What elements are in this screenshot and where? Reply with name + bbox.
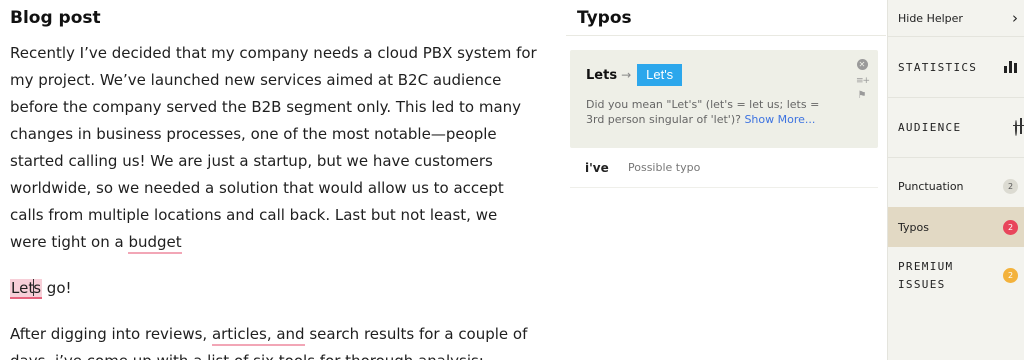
accept-suggestion-button[interactable]: Let's	[637, 64, 683, 86]
hide-helper-label: Hide Helper	[898, 11, 963, 25]
original-word: Lets	[586, 67, 618, 83]
flagged-word-budget[interactable]: budget	[128, 233, 182, 254]
statistics-button[interactable]: STATISTICS	[888, 36, 1024, 98]
paragraph-2[interactable]: Lets go!	[10, 275, 538, 302]
issue-label: Possible typo	[628, 161, 701, 174]
bar-chart-icon	[1004, 61, 1017, 73]
arrow-right-icon: →	[621, 68, 632, 82]
sidebar-item-punctuation[interactable]: Punctuation 2	[888, 166, 1024, 206]
close-icon[interactable]: ✕	[856, 59, 868, 71]
target-icon	[1015, 119, 1017, 136]
suggestion-row: Lets → Let's	[586, 64, 862, 86]
typos-panel-title: Typos	[566, 0, 886, 36]
premium-label-line2: ISSUES	[898, 277, 946, 291]
audience-button[interactable]: AUDIENCE	[888, 98, 1024, 158]
typos-panel: Typos Lets → Let's Did you mean "Let's" …	[558, 0, 886, 360]
statistics-label: STATISTICS	[898, 60, 978, 74]
helper-sidebar: Hide Helper › STATISTICS AUDIENCE Punctu…	[887, 0, 1024, 360]
chevron-right-icon: ›	[1012, 9, 1018, 27]
paragraph-3[interactable]: After digging into reviews, articles, an…	[10, 321, 538, 360]
document-title: Blog post	[10, 8, 101, 28]
paragraph-1-text: Recently I’ve decided that my company ne…	[10, 44, 537, 251]
flagged-word-ive[interactable]: i’ve	[54, 352, 82, 360]
flagged-phrase-articles-and[interactable]: articles, and	[211, 325, 305, 346]
issue-word: i've	[585, 160, 609, 175]
sidebar-item-premium-issues[interactable]: PREMIUM ISSUES 2	[888, 248, 1024, 303]
add-to-dictionary-icon[interactable]: ≡+	[856, 75, 870, 87]
premium-label-line1: PREMIUM	[898, 259, 954, 273]
typos-count-badge: 2	[1003, 219, 1018, 235]
paragraph-2-text: go!	[42, 279, 72, 297]
flagged-word-lets-part1: Let	[11, 279, 35, 297]
paragraph-3-text-a: After digging into reviews,	[10, 325, 212, 343]
premium-count-badge: 2	[1003, 268, 1018, 283]
punctuation-label: Punctuation	[898, 179, 964, 193]
paragraph-3-text-c: come up with a list of six tools for tho…	[82, 352, 484, 360]
suggestion-description: Did you mean "Let's" (let's = let us; le…	[586, 97, 836, 127]
issue-item[interactable]: i've Possible typo	[570, 148, 878, 188]
audience-label: AUDIENCE	[898, 121, 962, 134]
typos-label: Typos	[898, 220, 929, 234]
show-more-link[interactable]: Show More...	[744, 113, 815, 126]
premium-label: PREMIUM ISSUES	[898, 258, 953, 294]
editor[interactable]: Blog post Recently I’ve decided that my …	[0, 0, 548, 360]
sidebar-item-typos[interactable]: Typos 2	[888, 207, 1024, 247]
flagged-word-lets[interactable]: Lets	[10, 279, 43, 299]
punctuation-count-badge: 2	[1003, 178, 1018, 194]
flagged-word-lets-part2: s	[33, 279, 42, 297]
flag-icon[interactable]: ⚑	[856, 90, 868, 102]
suggestion-card[interactable]: Lets → Let's Did you mean "Let's" (let's…	[570, 50, 878, 148]
hide-helper-button[interactable]: Hide Helper ›	[888, 0, 1024, 36]
paragraph-1[interactable]: Recently I’ve decided that my company ne…	[10, 40, 538, 256]
